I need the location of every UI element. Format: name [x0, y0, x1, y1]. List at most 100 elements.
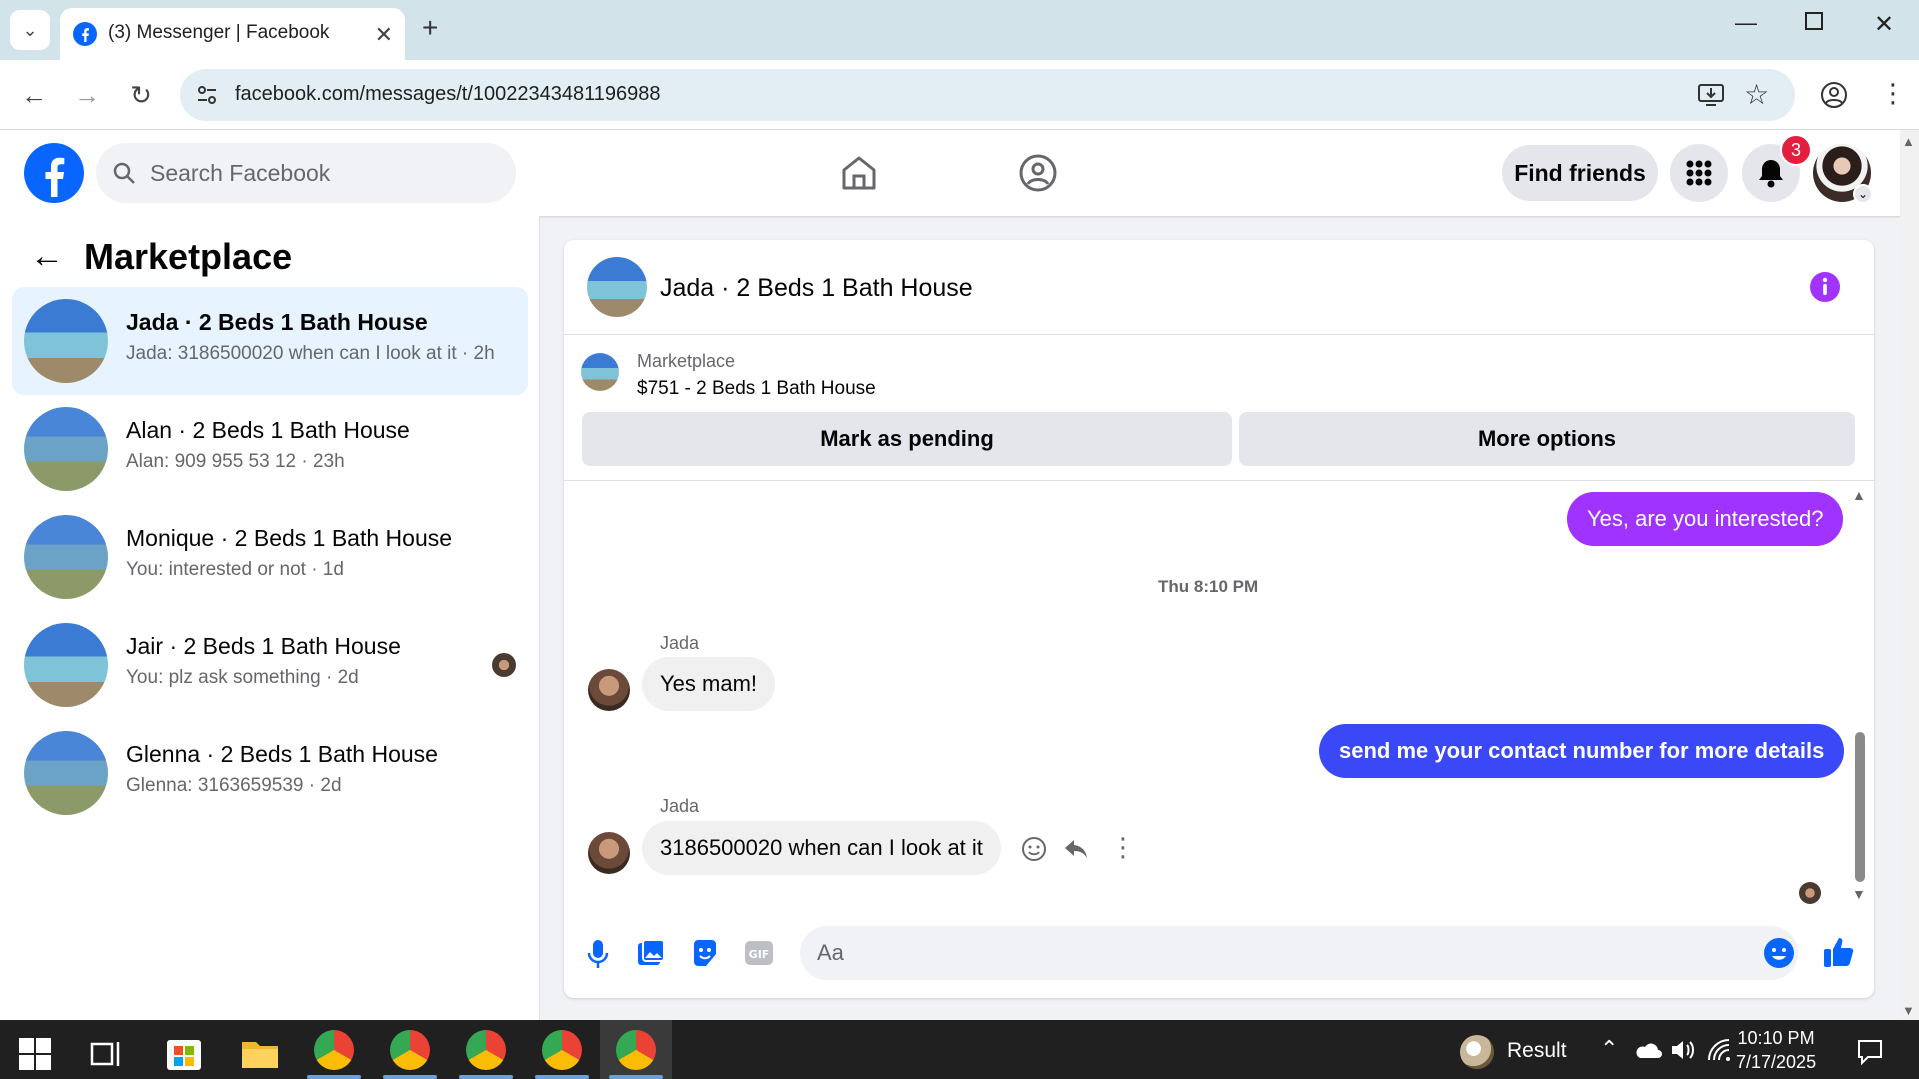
sidebar-title: Marketplace	[84, 236, 293, 277]
forward-button[interactable]: →	[67, 75, 107, 115]
sticker-icon[interactable]	[690, 938, 720, 968]
chat-panel	[564, 240, 1874, 998]
find-friends-button[interactable]: Find friends	[1502, 145, 1658, 201]
restore-window-icon[interactable]	[1805, 12, 1823, 30]
account-chevron-down-icon[interactable]: ⌄	[1853, 184, 1873, 204]
page-scroll-down-arrow[interactable]: ▼	[1902, 1003, 1915, 1018]
bookmark-star-icon[interactable]: ☆	[1744, 78, 1769, 111]
conversation-item[interactable]: Jair · 2 Beds 1 Bath House You: plz ask …	[12, 611, 528, 719]
search-input[interactable]: Search Facebook	[150, 160, 330, 187]
page-scroll-up-arrow[interactable]: ▲	[1902, 134, 1915, 149]
info-icon[interactable]	[1809, 271, 1841, 303]
microsoft-store-icon[interactable]	[165, 1034, 203, 1072]
react-smiley-icon[interactable]	[1021, 836, 1047, 862]
close-tab-icon[interactable]: ✕	[375, 22, 393, 48]
message-more-icon[interactable]: ⋮	[1110, 832, 1136, 863]
weather-widget-icon[interactable]	[1460, 1035, 1494, 1069]
conversation-preview: Alan: 909 955 53 12 · 23h	[126, 451, 345, 472]
tab-title: (3) Messenger | Facebook	[108, 22, 330, 43]
menu-button[interactable]	[1670, 144, 1728, 202]
divider	[564, 334, 1874, 335]
photo-icon[interactable]	[636, 938, 666, 968]
chat-title[interactable]: Jada · 2 Beds 1 Bath House	[660, 274, 973, 303]
clock-date: 7/17/2025	[1736, 1052, 1817, 1072]
facebook-logo-icon[interactable]	[23, 142, 85, 204]
back-button[interactable]: ←	[14, 75, 54, 115]
chrome-taskbar-icon[interactable]	[616, 1030, 656, 1070]
chevron-down-icon: ⌄	[22, 19, 38, 40]
notification-center-icon[interactable]	[1856, 1038, 1884, 1066]
taskbar-running-indicator	[535, 1075, 589, 1079]
mark-as-pending-button[interactable]: Mark as pending	[582, 412, 1232, 466]
conversation-item[interactable]: Monique · 2 Beds 1 Bath House You: inter…	[12, 503, 528, 611]
incoming-message[interactable]: 3186500020 when can I look at it	[642, 821, 1001, 875]
back-arrow-icon[interactable]: ←	[30, 237, 64, 276]
chrome-taskbar-icon[interactable]	[542, 1030, 582, 1070]
taskbar-running-indicator	[307, 1075, 361, 1079]
conversation-item[interactable]: Alan · 2 Beds 1 Bath House Alan: 909 955…	[12, 395, 528, 503]
weather-widget-label[interactable]: Result	[1507, 1039, 1567, 1063]
arrow-left-icon: ←	[21, 79, 47, 110]
scroll-down-arrow[interactable]: ▼	[1852, 886, 1866, 902]
tab-search-button[interactable]: ⌄	[10, 10, 50, 50]
reload-button[interactable]: ↻	[121, 75, 161, 115]
listing-thumbnail	[24, 407, 108, 491]
listing-price[interactable]: $751 - 2 Beds 1 Bath House	[637, 378, 876, 400]
home-icon[interactable]	[839, 154, 879, 192]
network-icon[interactable]	[1706, 1038, 1732, 1062]
emoji-icon[interactable]	[1763, 937, 1795, 969]
conversation-item[interactable]: Glenna · 2 Beds 1 Bath House Glenna: 316…	[12, 719, 528, 827]
conversation-name: Jair · 2 Beds 1 Bath House	[126, 633, 401, 659]
outgoing-message[interactable]: send me your contact number for more det…	[1319, 724, 1845, 778]
conversation-preview: You: interested or not · 1d	[126, 559, 344, 580]
gif-icon[interactable]: GIF	[744, 939, 774, 967]
conversation-name: Jada · 2 Beds 1 Bath House	[126, 309, 428, 335]
sender-avatar[interactable]	[588, 669, 630, 711]
install-app-icon[interactable]	[1697, 82, 1725, 108]
bell-icon	[1759, 160, 1783, 188]
sender-avatar[interactable]	[588, 832, 630, 874]
thumbs-up-icon[interactable]	[1822, 935, 1856, 969]
conversation-name: Alan · 2 Beds 1 Bath House	[126, 417, 410, 443]
friends-icon[interactable]	[1018, 153, 1058, 193]
onedrive-cloud-icon[interactable]	[1632, 1040, 1662, 1060]
chat-listing-avatar[interactable]	[587, 257, 647, 317]
svg-text:GIF: GIF	[749, 948, 770, 961]
minimize-window-icon[interactable]: —	[1735, 10, 1757, 36]
conversation-item[interactable]: Jada · 2 Beds 1 Bath House Jada: 3186500…	[12, 287, 528, 395]
incoming-message[interactable]: Yes mam!	[642, 657, 776, 711]
chat-scrollbar-thumb[interactable]	[1855, 732, 1865, 882]
seen-avatar	[1799, 882, 1821, 904]
browser-menu-icon[interactable]: ⋮	[1880, 78, 1906, 109]
microphone-icon[interactable]	[584, 938, 612, 970]
url-text: facebook.com/messages/t/1002234348119698…	[235, 83, 661, 105]
browser-tab-active[interactable]: (3) Messenger | Facebook ✕	[60, 8, 405, 60]
divider	[564, 480, 1874, 481]
chrome-taskbar-icon[interactable]	[390, 1030, 430, 1070]
site-settings-icon[interactable]	[195, 83, 219, 107]
profile-icon[interactable]	[1820, 81, 1848, 109]
more-options-button[interactable]: More options	[1239, 412, 1855, 466]
message-input[interactable]	[800, 926, 1798, 980]
reply-icon[interactable]	[1063, 837, 1089, 861]
listing-mini-thumbnail[interactable]	[581, 353, 619, 391]
listing-thumbnail	[24, 623, 108, 707]
task-view-icon[interactable]	[90, 1038, 124, 1070]
message-input-placeholder: Aa	[817, 940, 844, 965]
close-window-icon[interactable]: ✕	[1874, 10, 1894, 39]
system-clock[interactable]: 10:10 PM 7/17/2025	[1736, 1026, 1816, 1074]
volume-icon[interactable]	[1670, 1038, 1698, 1062]
page-scrollbar[interactable]	[1900, 130, 1919, 1020]
listing-thumbnail	[24, 515, 108, 599]
facebook-favicon-icon	[73, 22, 97, 46]
new-tab-button[interactable]: +	[422, 12, 438, 44]
taskbar-running-indicator	[383, 1075, 437, 1079]
outgoing-message[interactable]: Yes, are you interested?	[1567, 492, 1844, 546]
file-explorer-icon[interactable]	[240, 1036, 280, 1070]
windows-start-icon[interactable]	[18, 1037, 52, 1071]
chrome-taskbar-icon[interactable]	[466, 1030, 506, 1070]
chrome-taskbar-icon[interactable]	[314, 1030, 354, 1070]
scroll-up-arrow[interactable]: ▲	[1852, 487, 1866, 503]
notification-badge: 3	[1780, 134, 1812, 166]
show-hidden-icons-chevron-up-icon[interactable]: ⌃	[1600, 1036, 1618, 1062]
